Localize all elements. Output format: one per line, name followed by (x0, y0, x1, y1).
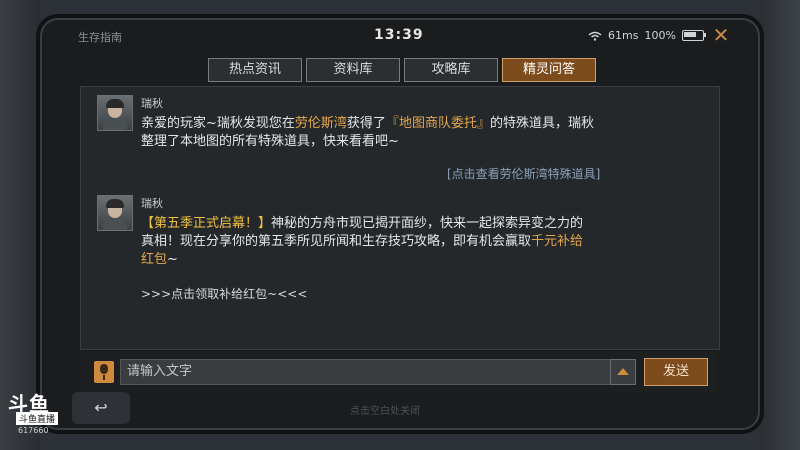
room-number: 617660 (18, 426, 49, 435)
highlight-text: 千元补给 (531, 234, 584, 249)
redpacket-link[interactable]: >>>点击领取补给红包~<<< (141, 285, 307, 302)
text-segment: 整理了本地图的所有特殊道具，快来看看吧~ (141, 134, 399, 149)
item-link[interactable]: [点击查看劳伦斯湾特殊道具] (447, 165, 600, 182)
sender-name: 瑞秋 (141, 97, 163, 110)
status-indicators: 61ms 100% (588, 29, 706, 42)
network-latency: 61ms (608, 29, 639, 42)
expand-button[interactable] (610, 359, 636, 385)
battery-percent: 100% (644, 29, 676, 42)
back-button[interactable]: ↩ (72, 392, 130, 424)
text-segment: 亲爱的玩家~瑞秋发现您在 (141, 116, 295, 131)
text-segment: 的特殊道具，瑞秋 (489, 116, 594, 131)
message-text: 亲爱的玩家~瑞秋发现您在劳伦斯湾获得了『地图商队委托』的特殊道具，瑞秋 整理了本… (141, 115, 661, 151)
chat-input[interactable]: 请输入文字 (120, 359, 612, 385)
stream-logo: 斗鱼 斗鱼直播 617660 (8, 388, 68, 446)
avatar (97, 195, 133, 231)
text-segment: 神秘的方舟市现已揭开面纱，快来一起探索异变之力的 (271, 216, 584, 231)
text-segment: 获得了 (346, 116, 386, 131)
wifi-icon (588, 31, 602, 41)
tab-database[interactable]: 资料库 (306, 58, 400, 82)
background-right (760, 0, 800, 450)
battery-icon (681, 30, 706, 41)
tab-guides[interactable]: 攻略库 (404, 58, 498, 82)
chat-panel: 瑞秋 亲爱的玩家~瑞秋发现您在劳伦斯湾获得了『地图商队委托』的特殊道具，瑞秋 整… (80, 86, 720, 350)
avatar (97, 95, 133, 131)
status-bar: 生存指南 13:39 61ms 100% ✕ (40, 18, 760, 52)
highlight-text: 『地图商队委托』 (385, 116, 490, 131)
chat-message: 瑞秋 【第五季正式启幕！】神秘的方舟市现已揭开面纱，快来一起探索异变之力的 真相… (97, 195, 697, 305)
app-title: 生存指南 (78, 31, 122, 44)
clock: 13:39 (374, 27, 424, 43)
send-button[interactable]: 发送 (644, 358, 708, 386)
background-left (0, 0, 40, 450)
highlight-text: 【第五季正式启幕！】 (141, 216, 272, 231)
close-button[interactable]: ✕ (710, 24, 732, 46)
tab-qa[interactable]: 精灵问答 (502, 58, 596, 82)
guide-tablet: 生存指南 13:39 61ms 100% ✕ 热点资讯 资料库 攻略库 精灵问答… (40, 18, 760, 430)
tab-bar: 热点资讯 资料库 攻略库 精灵问答 (208, 58, 596, 82)
input-bar: 请输入文字 发送 (80, 352, 718, 392)
tab-news[interactable]: 热点资讯 (208, 58, 302, 82)
chat-message: 瑞秋 亲爱的玩家~瑞秋发现您在劳伦斯湾获得了『地图商队委托』的特殊道具，瑞秋 整… (97, 95, 697, 185)
text-segment: ~ (167, 252, 178, 267)
microphone-icon[interactable] (94, 361, 114, 383)
sender-name: 瑞秋 (141, 197, 163, 210)
text-segment: 真相！现在分享你的第五季所见所闻和生存技巧攻略，即有机会赢取 (141, 234, 532, 249)
close-hint: 点击空白处关闭 (350, 406, 420, 417)
highlight-text: 红包 (141, 252, 168, 267)
message-text: 【第五季正式启幕！】神秘的方舟市现已揭开面纱，快来一起探索异变之力的 真相！现在… (141, 215, 661, 269)
logo-subtitle: 斗鱼直播 (16, 412, 59, 425)
highlight-text: 劳伦斯湾 (294, 116, 347, 131)
